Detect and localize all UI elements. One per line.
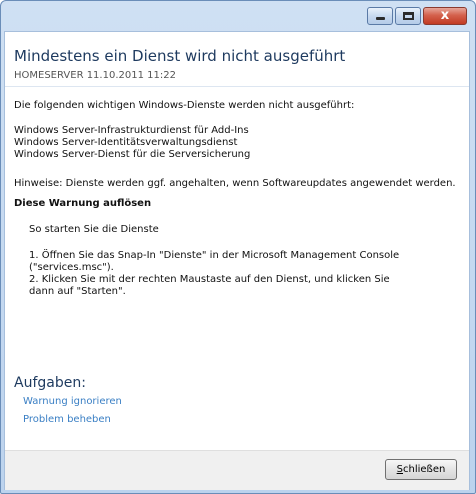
step-line: dann auf "Starten".	[29, 286, 126, 297]
resolve-intro: So starten Sie die Dienste	[29, 224, 159, 235]
fix-problem-link[interactable]: Problem beheben	[23, 414, 111, 425]
resolve-heading: Diese Warnung auflösen	[14, 198, 152, 209]
service-list: Windows Server-Infrastrukturdienst für A…	[14, 125, 250, 161]
step-line: 1. Öffnen Sie das Snap-In "Dienste" in d…	[29, 250, 400, 261]
list-item: Windows Server-Infrastrukturdienst für A…	[14, 125, 249, 136]
alert-hint: Hinweise: Dienste werden ggf. angehalten…	[14, 178, 456, 189]
close-icon: x	[440, 8, 450, 23]
ignore-warning-link[interactable]: Warnung ignorieren	[23, 396, 122, 407]
minimize-icon	[376, 17, 385, 20]
caption-buttons: x	[367, 7, 467, 25]
alert-intro: Die folgenden wichtigen Windows-Dienste …	[14, 100, 355, 111]
step-line: 2. Klicken Sie mit der rechten Maustaste…	[29, 274, 390, 285]
step-line: ("services.msc").	[29, 262, 114, 273]
alert-title: Mindestens ein Dienst wird nicht ausgefü…	[14, 47, 346, 65]
close-window-button[interactable]: x	[423, 7, 467, 25]
alert-window: x Mindestens ein Dienst wird nicht ausge…	[0, 0, 476, 494]
alert-content: Mindestens ein Dienst wird nicht ausgefü…	[4, 31, 470, 490]
close-button[interactable]: Schließen	[385, 459, 457, 480]
minimize-button[interactable]	[367, 7, 393, 25]
close-label: chließen	[403, 464, 446, 475]
resolve-steps: 1. Öffnen Sie das Snap-In "Dienste" in d…	[29, 250, 399, 298]
tasks-heading: Aufgaben:	[14, 375, 86, 391]
maximize-button[interactable]	[395, 7, 421, 25]
title-bar[interactable]: x	[1, 1, 475, 31]
list-item: Windows Server-Identitätsverwaltungsdien…	[14, 137, 238, 148]
maximize-icon	[403, 12, 414, 20]
list-item: Windows Server-Dienst für die Serversich…	[14, 149, 251, 160]
alert-meta: HOMESERVER 11.10.2011 11:22	[14, 70, 176, 81]
divider	[5, 86, 469, 87]
footer-bar: Schließen	[5, 450, 469, 490]
